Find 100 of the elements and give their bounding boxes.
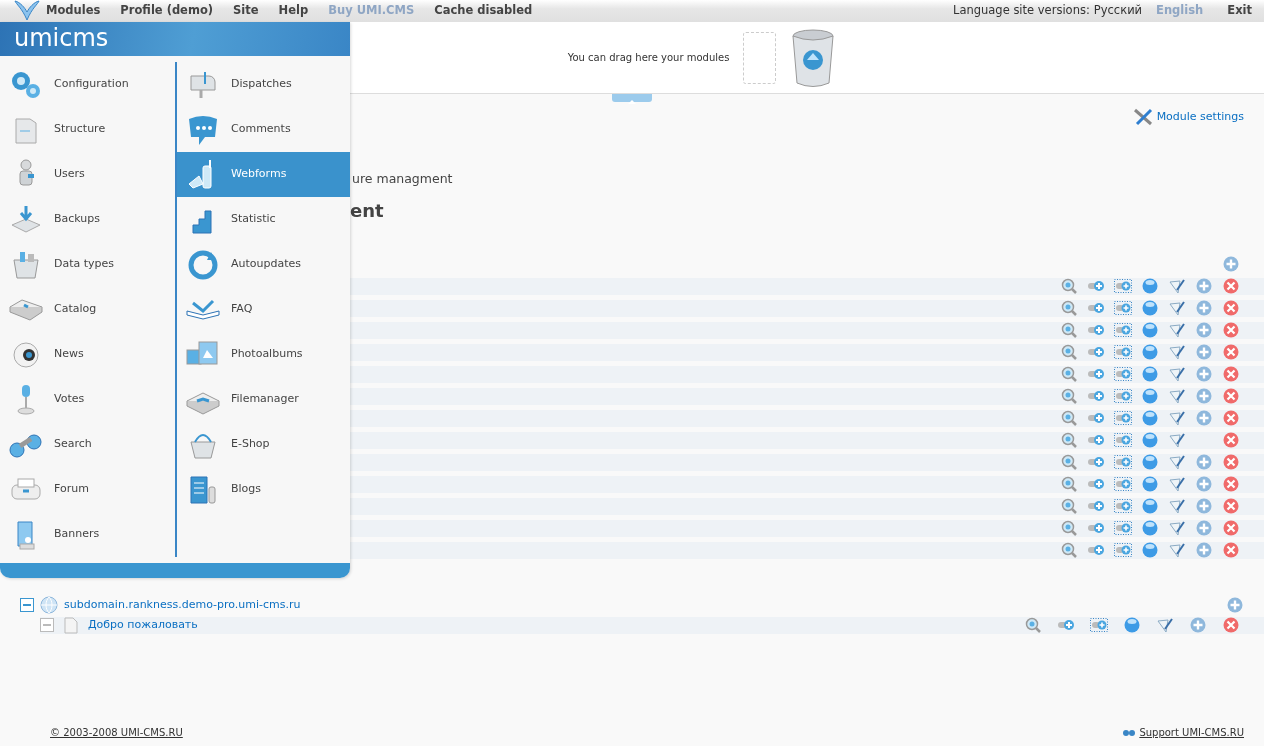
page-link[interactable]: Добро пожаловать: [88, 617, 198, 634]
exit-link[interactable]: Exit: [1227, 2, 1252, 20]
language-link[interactable]: Русский: [1093, 2, 1143, 20]
view-icon[interactable]: [1059, 520, 1078, 537]
module-menu-item[interactable]: Structure: [0, 107, 175, 152]
view-icon[interactable]: [1059, 300, 1078, 317]
module-menu-item[interactable]: E-Shop: [177, 422, 350, 467]
menu-item[interactable]: Help: [278, 2, 309, 20]
delete-icon[interactable]: [1221, 300, 1240, 317]
module-menu-item[interactable]: Banners: [0, 512, 175, 557]
module-menu-item[interactable]: Blogs: [177, 467, 350, 512]
status-ball-icon[interactable]: [1140, 476, 1159, 493]
link-icon[interactable]: [1113, 432, 1132, 449]
edit-icon[interactable]: [1167, 520, 1186, 537]
link-icon[interactable]: [1113, 410, 1132, 427]
module-settings-link[interactable]: Module settings: [1156, 108, 1244, 126]
link-icon[interactable]: [1113, 344, 1132, 361]
link-icon[interactable]: [1113, 366, 1132, 383]
menu-item[interactable]: Cache disabled: [434, 2, 533, 20]
status-ball-icon[interactable]: [1140, 322, 1159, 339]
status-ball-icon[interactable]: [1140, 410, 1159, 427]
module-menu-item[interactable]: Statistic: [177, 197, 350, 242]
link-icon[interactable]: [1089, 617, 1108, 634]
status-ball-icon[interactable]: [1140, 542, 1159, 559]
status-ball-icon[interactable]: [1140, 454, 1159, 471]
delete-icon[interactable]: [1221, 617, 1240, 634]
edit-icon[interactable]: [1167, 454, 1186, 471]
link-icon[interactable]: [1113, 454, 1132, 471]
link-icon[interactable]: [1113, 322, 1132, 339]
menu-item[interactable]: Profile (demo): [120, 2, 214, 20]
link-icon[interactable]: [1113, 476, 1132, 493]
add-icon[interactable]: [1194, 542, 1213, 559]
menu-item[interactable]: Site: [233, 2, 259, 20]
recycle-bin-icon[interactable]: [790, 27, 837, 88]
status-ball-icon[interactable]: [1140, 388, 1159, 405]
module-menu-item[interactable]: News: [0, 332, 175, 377]
link-icon[interactable]: [1113, 388, 1132, 405]
delete-icon[interactable]: [1221, 278, 1240, 295]
add-icon[interactable]: [1194, 520, 1213, 537]
delete-icon[interactable]: [1221, 366, 1240, 383]
delete-icon[interactable]: [1221, 322, 1240, 339]
status-ball-icon[interactable]: [1140, 520, 1159, 537]
delete-icon[interactable]: [1221, 432, 1240, 449]
add-icon[interactable]: [1194, 366, 1213, 383]
status-ball-icon[interactable]: [1140, 366, 1159, 383]
delete-icon[interactable]: [1221, 476, 1240, 493]
delete-icon[interactable]: [1221, 344, 1240, 361]
link-icon[interactable]: [1113, 300, 1132, 317]
link-icon[interactable]: [1113, 278, 1132, 295]
add-icon[interactable]: [1194, 344, 1213, 361]
collapse-toggle[interactable]: [40, 618, 54, 633]
module-menu-item[interactable]: Backups: [0, 197, 175, 242]
link-icon[interactable]: [1113, 520, 1132, 537]
module-menu-item[interactable]: Data types: [0, 242, 175, 287]
edit-icon[interactable]: [1167, 410, 1186, 427]
domain-link[interactable]: subdomain.rankness.demo-pro.umi-cms.ru: [64, 596, 301, 613]
delete-icon[interactable]: [1221, 410, 1240, 427]
view-icon[interactable]: [1059, 410, 1078, 427]
add-icon[interactable]: [1194, 476, 1213, 493]
status-ball-icon[interactable]: [1140, 300, 1159, 317]
status-ball-icon[interactable]: [1140, 278, 1159, 295]
add-icon[interactable]: [1194, 278, 1213, 295]
view-icon[interactable]: [1059, 542, 1078, 559]
add-icon[interactable]: [1221, 255, 1240, 272]
module-menu-item[interactable]: Forum: [0, 467, 175, 512]
delete-icon[interactable]: [1221, 454, 1240, 471]
module-menu-item[interactable]: Filemanager: [177, 377, 350, 422]
module-menu-item[interactable]: Configuration: [0, 62, 175, 107]
status-ball-icon[interactable]: [1122, 617, 1141, 634]
status-ball-icon[interactable]: [1140, 432, 1159, 449]
support-link[interactable]: Support UMI-CMS.RU: [1139, 725, 1244, 740]
link-icon[interactable]: [1113, 542, 1132, 559]
edit-icon[interactable]: [1167, 366, 1186, 383]
view-icon[interactable]: [1059, 388, 1078, 405]
status-ball-icon[interactable]: [1140, 498, 1159, 515]
delete-icon[interactable]: [1221, 388, 1240, 405]
drop-zone[interactable]: [743, 31, 777, 84]
delete-icon[interactable]: [1221, 520, 1240, 537]
edit-icon[interactable]: [1167, 300, 1186, 317]
module-menu-item[interactable]: FAQ: [177, 287, 350, 332]
collapse-toggle[interactable]: [20, 597, 34, 612]
view-icon[interactable]: [1059, 432, 1078, 449]
edit-icon[interactable]: [1167, 344, 1186, 361]
edit-icon[interactable]: [1167, 542, 1186, 559]
module-menu-item[interactable]: Photoalbums: [177, 332, 350, 377]
module-menu-item[interactable]: Votes: [0, 377, 175, 422]
menu-item[interactable]: Modules: [46, 2, 101, 20]
tree-row[interactable]: Добро пожаловать: [40, 616, 1264, 634]
module-menu-item[interactable]: Autoupdates: [177, 242, 350, 287]
edit-icon[interactable]: [1167, 432, 1186, 449]
add-icon[interactable]: [1226, 596, 1244, 613]
edit-icon[interactable]: [1167, 278, 1186, 295]
view-icon[interactable]: [1059, 344, 1078, 361]
add-icon[interactable]: [1194, 454, 1213, 471]
add-icon[interactable]: [1188, 617, 1207, 634]
add-icon[interactable]: [1194, 300, 1213, 317]
view-icon[interactable]: [1059, 454, 1078, 471]
add-icon[interactable]: [1194, 388, 1213, 405]
module-menu-item[interactable]: Catalog: [0, 287, 175, 332]
module-menu-item[interactable]: Search: [0, 422, 175, 467]
